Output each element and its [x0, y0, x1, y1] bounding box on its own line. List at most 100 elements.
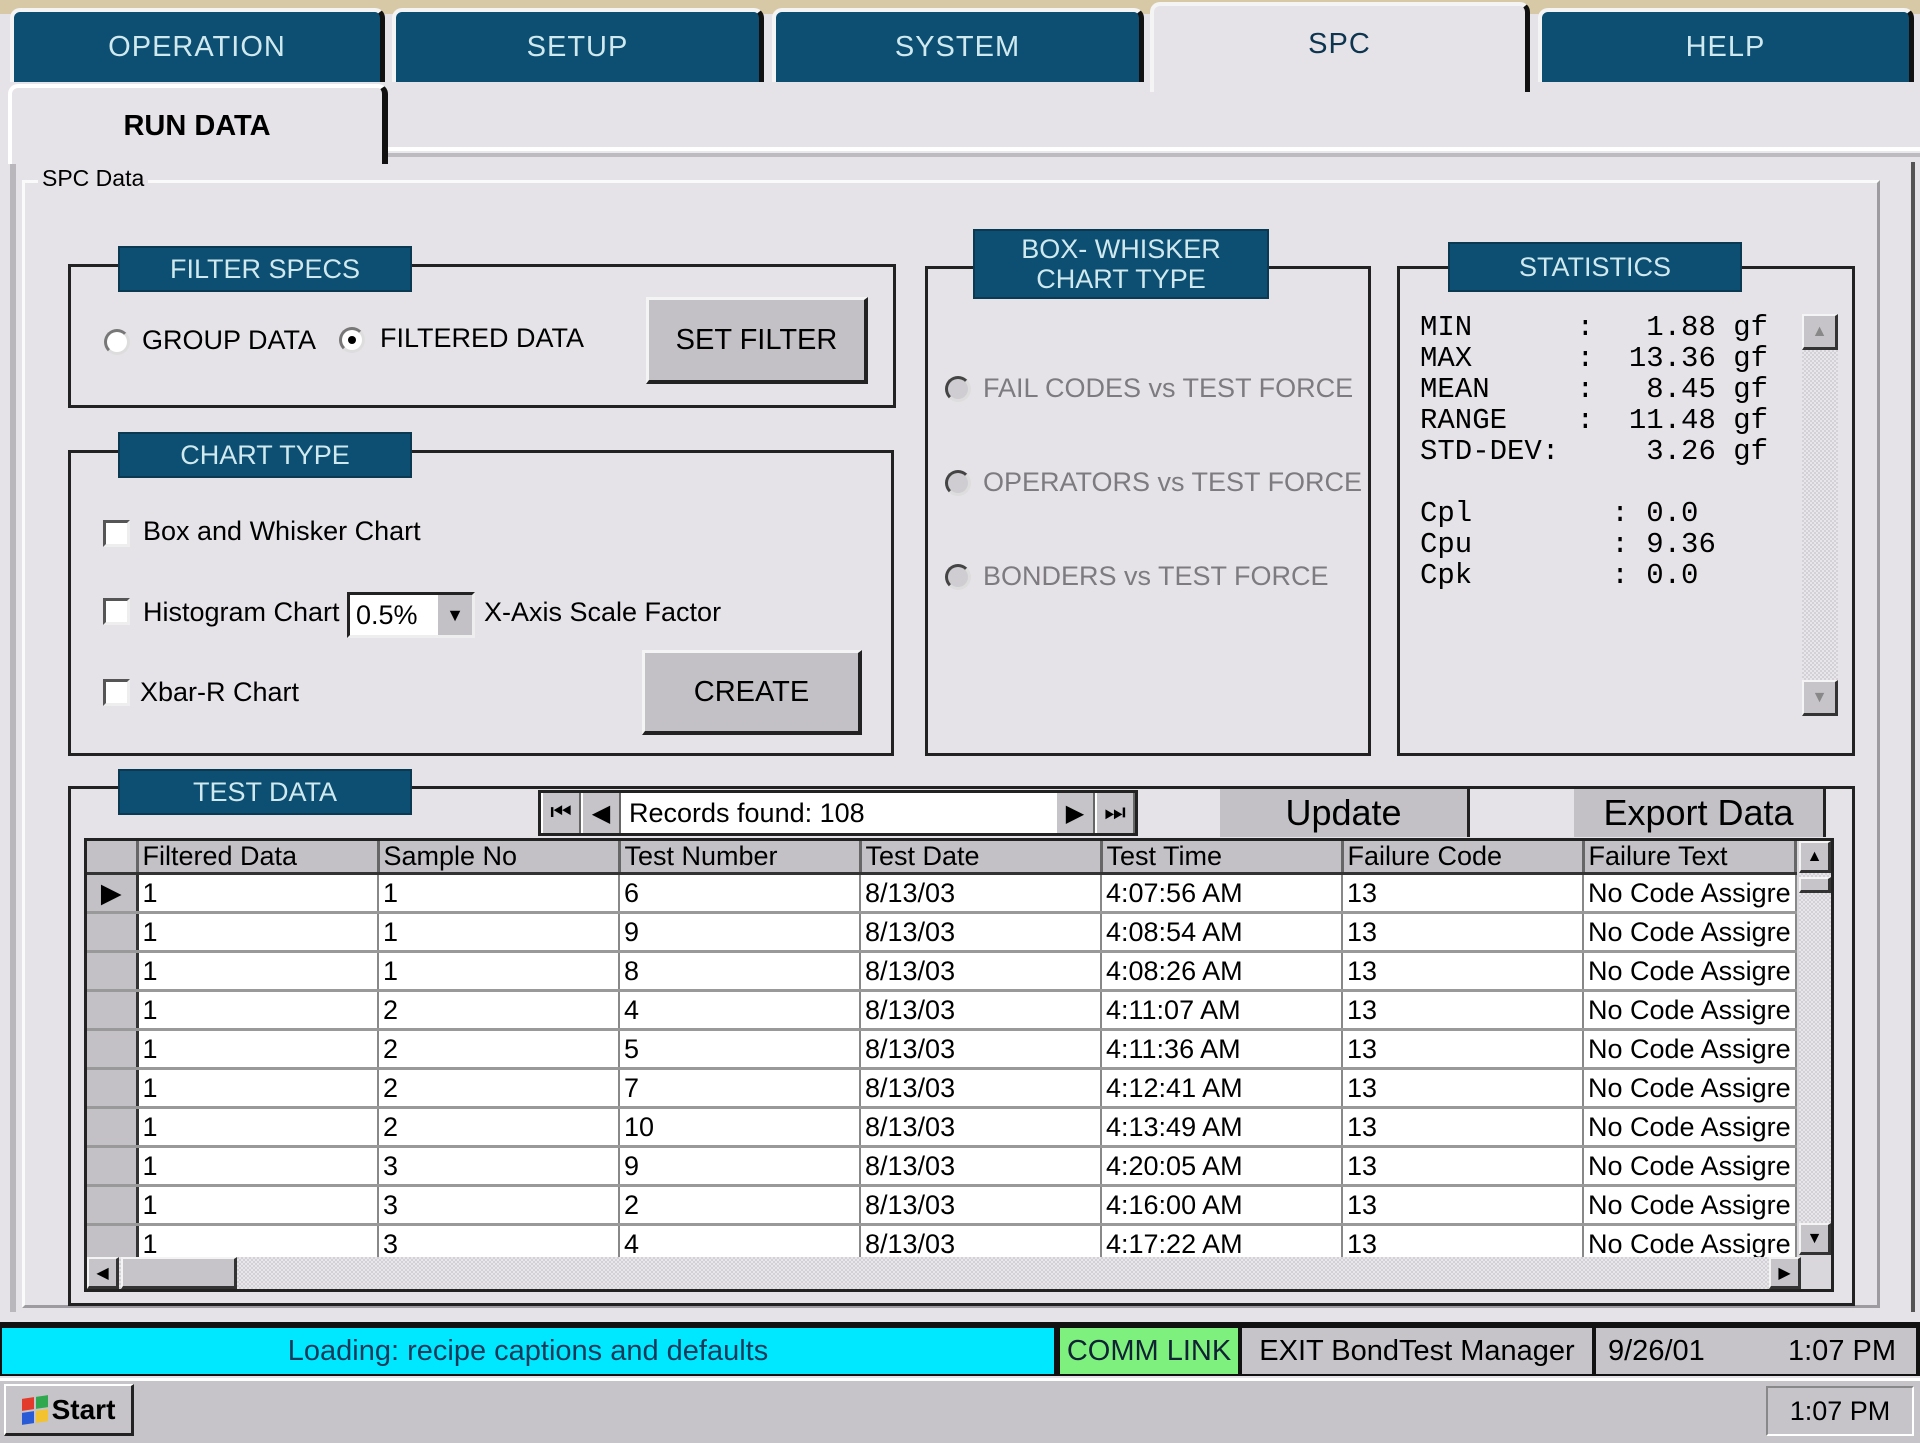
table-row[interactable]: 1 3 9 8/13/03 4:20:05 AM 13 No Code Assigre	[87, 1146, 1797, 1187]
table-cell[interactable]: 4:16:00 AM	[1101, 1185, 1343, 1226]
table-cell[interactable]: No Code Assigre	[1583, 1029, 1797, 1070]
scroll-down-icon[interactable]: ▼	[1799, 1223, 1831, 1255]
table-row[interactable]: 1 1 9 8/13/03 4:08:54 AM 13 No Code Assigre	[87, 912, 1797, 953]
tab-system[interactable]: SYSTEM	[772, 8, 1144, 82]
group-data-radio[interactable]	[104, 329, 130, 355]
table-cell[interactable]: 8/13/03	[860, 1146, 1102, 1187]
table-cell[interactable]: 1	[137, 1029, 379, 1070]
column-header[interactable]: Filtered Data	[137, 841, 380, 875]
bonders-radio[interactable]	[945, 564, 971, 590]
start-button[interactable]: Start	[4, 1384, 134, 1436]
table-cell[interactable]: No Code Assigre	[1583, 873, 1797, 914]
table-row[interactable]: 1 2 7 8/13/03 4:12:41 AM 13 No Code Assigre	[87, 1068, 1797, 1109]
table-cell[interactable]: 8/13/03	[860, 1068, 1102, 1109]
table-cell[interactable]: 1	[137, 1146, 379, 1187]
table-row[interactable]: 1 2 5 8/13/03 4:11:36 AM 13 No Code Assigre	[87, 1029, 1797, 1070]
vertical-scroll-thumb[interactable]	[1799, 877, 1831, 893]
exit-button[interactable]: EXIT BondTest Manager	[1242, 1328, 1592, 1374]
box-whisker-checkbox[interactable]	[103, 520, 130, 547]
table-cell[interactable]: 1	[137, 1185, 379, 1226]
table-cell[interactable]: 4:07:56 AM	[1101, 873, 1343, 914]
table-cell[interactable]: 2	[378, 1029, 620, 1070]
statistics-scroll-track[interactable]	[1802, 314, 1838, 714]
row-selector[interactable]	[87, 990, 139, 1031]
table-cell[interactable]: 3	[378, 1146, 620, 1187]
table-cell[interactable]: 5	[619, 1029, 861, 1070]
table-cell[interactable]: 2	[378, 1068, 620, 1109]
xbar-r-checkbox[interactable]	[103, 679, 130, 706]
row-selector[interactable]	[87, 1185, 139, 1226]
table-row[interactable]: 1 2 4 8/13/03 4:11:07 AM 13 No Code Assigre	[87, 990, 1797, 1031]
next-record-icon[interactable]: ▶	[1055, 793, 1095, 833]
scroll-up-icon[interactable]: ▲	[1799, 841, 1831, 873]
row-selector[interactable]	[87, 1029, 139, 1070]
scale-factor-dropdown[interactable]: 0.5% ▼	[347, 592, 475, 638]
tab-spc[interactable]: SPC	[1150, 2, 1530, 92]
table-cell[interactable]: No Code Assigre	[1583, 951, 1797, 992]
current-row-indicator-icon[interactable]: ▶	[87, 873, 139, 914]
row-selector[interactable]	[87, 1107, 139, 1148]
table-cell[interactable]: 4:11:36 AM	[1101, 1029, 1343, 1070]
row-selector[interactable]	[87, 1068, 139, 1109]
create-button[interactable]: CREATE	[642, 650, 862, 735]
table-cell[interactable]: 4:08:26 AM	[1101, 951, 1343, 992]
table-cell[interactable]: 8/13/03	[860, 951, 1102, 992]
table-cell[interactable]: 1	[137, 990, 379, 1031]
tab-setup[interactable]: SETUP	[392, 8, 764, 82]
table-row[interactable]: 1 2 10 8/13/03 4:13:49 AM 13 No Code Assigre	[87, 1107, 1797, 1148]
scroll-left-icon[interactable]: ◀	[87, 1257, 119, 1289]
table-cell[interactable]: 6	[619, 873, 861, 914]
export-data-button[interactable]: Export Data	[1574, 789, 1826, 837]
table-cell[interactable]: 4:13:49 AM	[1101, 1107, 1343, 1148]
table-cell[interactable]: 8/13/03	[860, 990, 1102, 1031]
table-cell[interactable]: 10	[619, 1107, 861, 1148]
column-header[interactable]: Test Time	[1101, 841, 1344, 875]
table-cell[interactable]: 13	[1342, 990, 1584, 1031]
table-cell[interactable]: No Code Assigre	[1583, 1185, 1797, 1226]
table-row[interactable]: 1 3 2 8/13/03 4:16:00 AM 13 No Code Assigre	[87, 1185, 1797, 1226]
operators-radio[interactable]	[945, 470, 971, 496]
set-filter-button[interactable]: SET FILTER	[646, 297, 868, 384]
table-cell[interactable]: 4:12:41 AM	[1101, 1068, 1343, 1109]
table-cell[interactable]: 4:11:07 AM	[1101, 990, 1343, 1031]
table-cell[interactable]: No Code Assigre	[1583, 1068, 1797, 1109]
table-cell[interactable]: 13	[1342, 1185, 1584, 1226]
table-cell[interactable]: 1	[378, 873, 620, 914]
scroll-up-icon[interactable]: ▲	[1802, 314, 1838, 350]
table-cell[interactable]: 1	[378, 951, 620, 992]
filtered-data-radio[interactable]	[339, 327, 365, 353]
subtab-run-data[interactable]: RUN DATA	[8, 84, 388, 164]
table-cell[interactable]: 1	[137, 912, 379, 953]
column-header[interactable]: Test Number	[619, 841, 862, 875]
table-cell[interactable]: 8/13/03	[860, 1185, 1102, 1226]
column-header[interactable]: Failure Code	[1342, 841, 1585, 875]
tab-operation[interactable]: OPERATION	[10, 8, 385, 82]
table-row[interactable]: 1 1 8 8/13/03 4:08:26 AM 13 No Code Assigre	[87, 951, 1797, 992]
scroll-right-icon[interactable]: ▶	[1769, 1257, 1801, 1289]
first-record-icon[interactable]: ⏮	[541, 793, 581, 833]
tab-help[interactable]: HELP	[1538, 8, 1914, 82]
table-cell[interactable]: 8	[619, 951, 861, 992]
table-cell[interactable]: 1	[137, 1107, 379, 1148]
table-cell[interactable]: 13	[1342, 951, 1584, 992]
chevron-down-icon[interactable]: ▼	[436, 595, 472, 635]
row-selector[interactable]	[87, 912, 139, 953]
grid-vertical-scroll-track[interactable]	[1799, 841, 1831, 1255]
scroll-down-icon[interactable]: ▼	[1802, 680, 1838, 716]
table-cell[interactable]: 9	[619, 1146, 861, 1187]
grid-horizontal-scroll-track[interactable]	[87, 1257, 1801, 1289]
table-cell[interactable]: 3	[378, 1185, 620, 1226]
table-cell[interactable]: No Code Assigre	[1583, 912, 1797, 953]
column-header[interactable]: Sample No	[378, 841, 621, 875]
table-cell[interactable]: 2	[378, 1107, 620, 1148]
table-cell[interactable]: 4	[619, 990, 861, 1031]
update-button[interactable]: Update	[1220, 789, 1470, 837]
row-selector[interactable]	[87, 1146, 139, 1187]
table-cell[interactable]: 8/13/03	[860, 912, 1102, 953]
table-cell[interactable]: No Code Assigre	[1583, 1146, 1797, 1187]
table-cell[interactable]: 1	[137, 951, 379, 992]
table-cell[interactable]: No Code Assigre	[1583, 990, 1797, 1031]
table-cell[interactable]: 1	[137, 873, 379, 914]
table-cell[interactable]: 4:20:05 AM	[1101, 1146, 1343, 1187]
table-cell[interactable]: 13	[1342, 912, 1584, 953]
